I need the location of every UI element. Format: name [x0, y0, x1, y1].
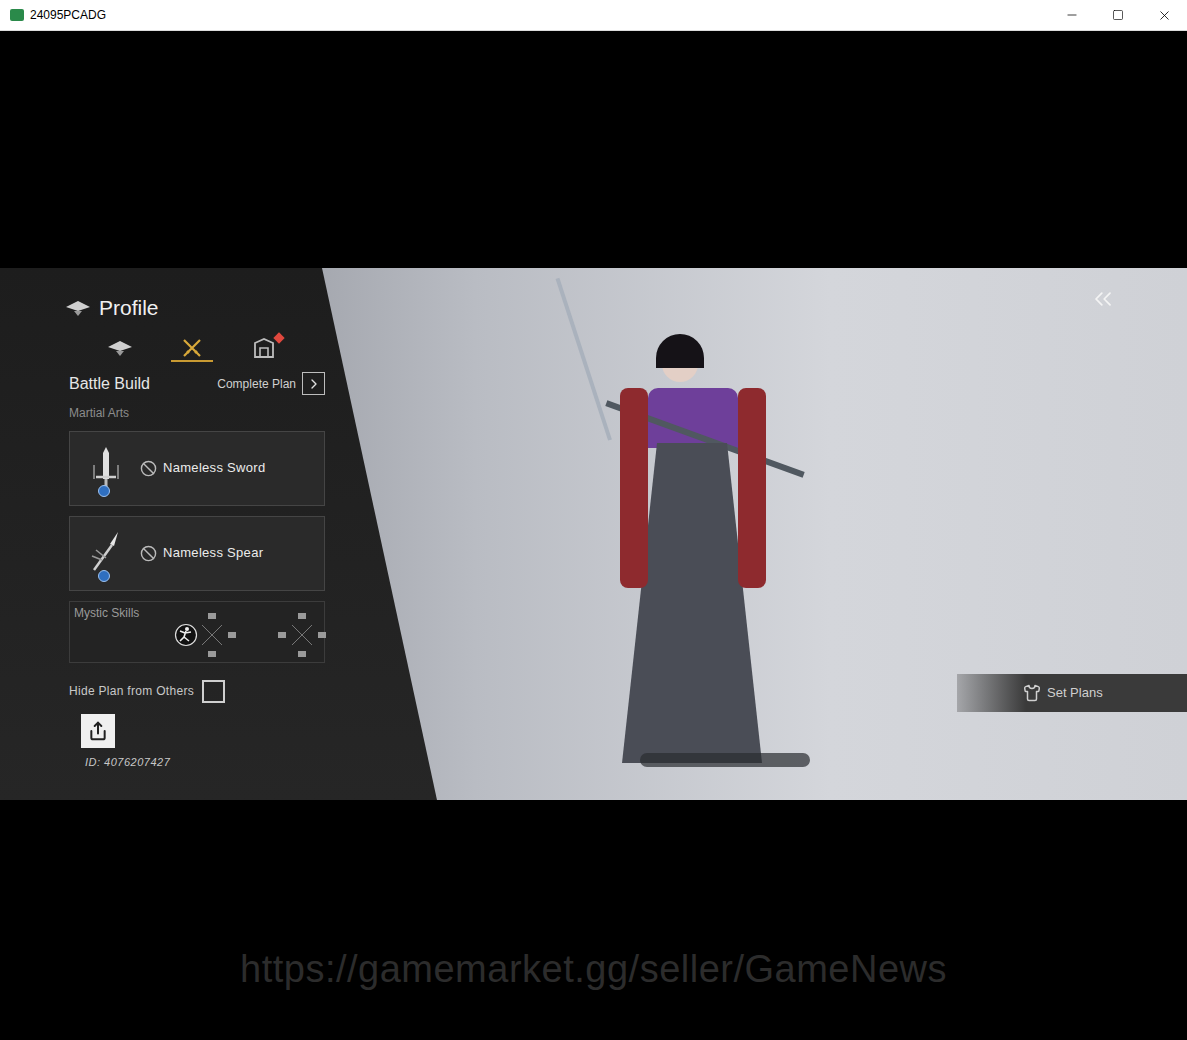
watermark: https://gamemarket.gg/seller/GameNews — [240, 941, 947, 998]
martial-art-card[interactable]: Nameless Sword — [69, 431, 325, 506]
martial-art-card[interactable]: Nameless Spear — [69, 516, 325, 591]
sword-weapon-icon — [86, 443, 126, 493]
martial-arts-label: Martial Arts — [69, 404, 325, 422]
unavailable-icon — [140, 545, 157, 562]
unavailable-icon — [140, 460, 157, 477]
emblem-icon — [107, 339, 133, 357]
close-icon — [1157, 8, 1172, 23]
profile-tab[interactable] — [99, 336, 141, 362]
window-title: 24095PCADG — [30, 6, 106, 24]
mystic-skill-group[interactable] — [276, 611, 328, 659]
profile-panel: Profile Battle Build Complete Plan Martial … — [0, 268, 437, 800]
profile-tabs — [99, 336, 325, 362]
character-model — [600, 268, 810, 768]
gate-icon — [253, 338, 275, 358]
title-bar: 24095PCADG — [0, 0, 1187, 31]
minimize-button[interactable] — [1049, 0, 1095, 30]
close-button[interactable] — [1141, 0, 1187, 30]
minimize-icon — [1065, 8, 1079, 22]
hide-plan-label: Hide Plan from Others — [69, 682, 194, 700]
martial-pose-icon — [174, 623, 198, 647]
player-id: ID: 4076207427 — [85, 754, 325, 771]
maximize-icon — [1112, 9, 1124, 21]
notification-badge — [273, 332, 284, 343]
share-icon — [88, 721, 108, 741]
share-button[interactable] — [81, 714, 115, 748]
crossed-swords-icon — [181, 337, 203, 359]
spear-weapon-icon — [86, 528, 126, 578]
outfit-icon — [1023, 684, 1041, 702]
app-icon — [10, 9, 24, 21]
battle-build-title: Battle Build — [69, 372, 150, 396]
hide-plan-checkbox[interactable] — [202, 680, 225, 703]
profile-tab[interactable] — [171, 336, 213, 362]
complete-plan-button[interactable]: Complete Plan — [217, 372, 325, 395]
maximize-button[interactable] — [1095, 0, 1141, 30]
profile-header: Profile — [65, 292, 325, 324]
back-button[interactable] — [1083, 286, 1123, 312]
chevron-right-icon — [306, 376, 322, 392]
mystic-skills-card: Mystic Skills — [69, 601, 325, 663]
profile-tab[interactable] — [243, 336, 285, 362]
back-arrow-icon — [1089, 285, 1117, 313]
game-view: Profile Battle Build Complete Plan Martial … — [0, 268, 1187, 800]
set-plans-button[interactable]: Set Plans — [957, 674, 1187, 712]
mystic-skill-group[interactable] — [186, 611, 238, 659]
app-window: 24095PCADG Profile Battle Build Complete Pl… — [0, 0, 1187, 1040]
emblem-icon — [65, 299, 91, 317]
